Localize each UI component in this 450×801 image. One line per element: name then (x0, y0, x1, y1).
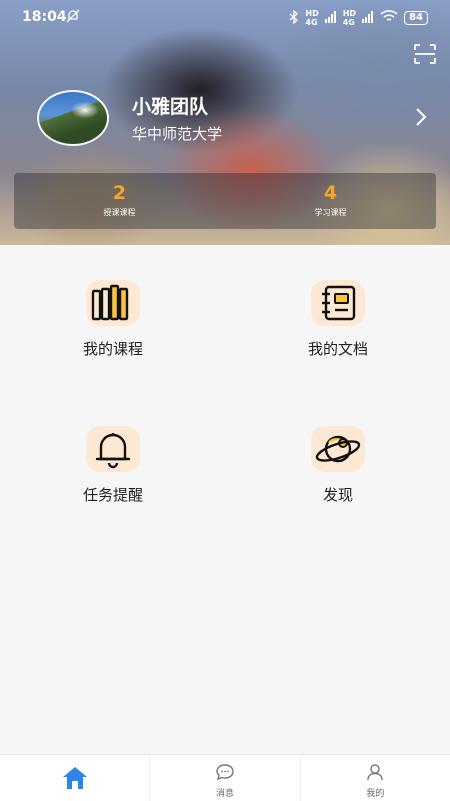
menu-my-courses[interactable]: 我的课程 (33, 280, 193, 359)
bluetooth-icon (289, 8, 299, 27)
stats-card: 2 授课课程 4 学习课程 (14, 173, 436, 229)
menu-label: 任务提醒 (82, 486, 143, 504)
home-icon (62, 767, 87, 789)
scan-icon[interactable] (414, 44, 436, 64)
signal-2-icon (362, 10, 374, 26)
stat-value: 4 (323, 182, 338, 204)
avatar[interactable] (37, 90, 109, 146)
user-icon (367, 764, 384, 781)
battery-icon: 84 (404, 11, 428, 25)
profile-school: 华中师范大学 (132, 125, 223, 143)
profile-header: 18:04 HD 4G HD 4G 84 小雅团队 华中师范大学 2 授课课程 … (0, 0, 450, 245)
menu-discover[interactable]: 发现 (258, 426, 418, 505)
menu-task-reminder[interactable]: 任务提醒 (33, 426, 193, 505)
tab-label: 我的 (366, 789, 385, 799)
planet-icon (311, 426, 365, 472)
tab-label: 消息 (215, 789, 234, 799)
tab-home[interactable] (0, 755, 149, 801)
profile-name: 小雅团队 (132, 96, 209, 118)
notebook-icon (311, 280, 365, 326)
status-time: 18:04 (22, 9, 67, 25)
tab-messages[interactable]: 消息 (149, 755, 299, 801)
books-icon (86, 280, 140, 326)
chevron-right-icon[interactable] (414, 107, 428, 127)
menu-label: 发现 (322, 486, 353, 504)
wifi-icon (380, 10, 398, 26)
signal-1-icon (324, 10, 337, 26)
menu-label: 我的文档 (307, 340, 368, 358)
menu-my-documents[interactable]: 我的文档 (258, 280, 418, 359)
stat-teaching-courses[interactable]: 2 授课课程 (14, 173, 225, 229)
mute-icon (66, 9, 80, 27)
status-icons: HD 4G HD 4G 84 (289, 8, 428, 27)
stat-learning-courses[interactable]: 4 学习课程 (225, 173, 436, 229)
tab-me[interactable]: 我的 (299, 755, 450, 801)
stat-label: 授课课程 (103, 208, 136, 217)
stat-label: 学习课程 (314, 208, 347, 217)
stat-value: 2 (112, 182, 127, 204)
signal-2-label: HD 4G (342, 9, 357, 27)
bell-icon (86, 426, 140, 472)
chat-icon (216, 764, 234, 781)
status-bar: 18:04 HD 4G HD 4G 84 (0, 0, 450, 36)
bottom-tab-bar: 消息 我的 (0, 754, 450, 801)
menu-label: 我的课程 (82, 340, 143, 358)
signal-1-label: HD 4G (305, 9, 319, 27)
